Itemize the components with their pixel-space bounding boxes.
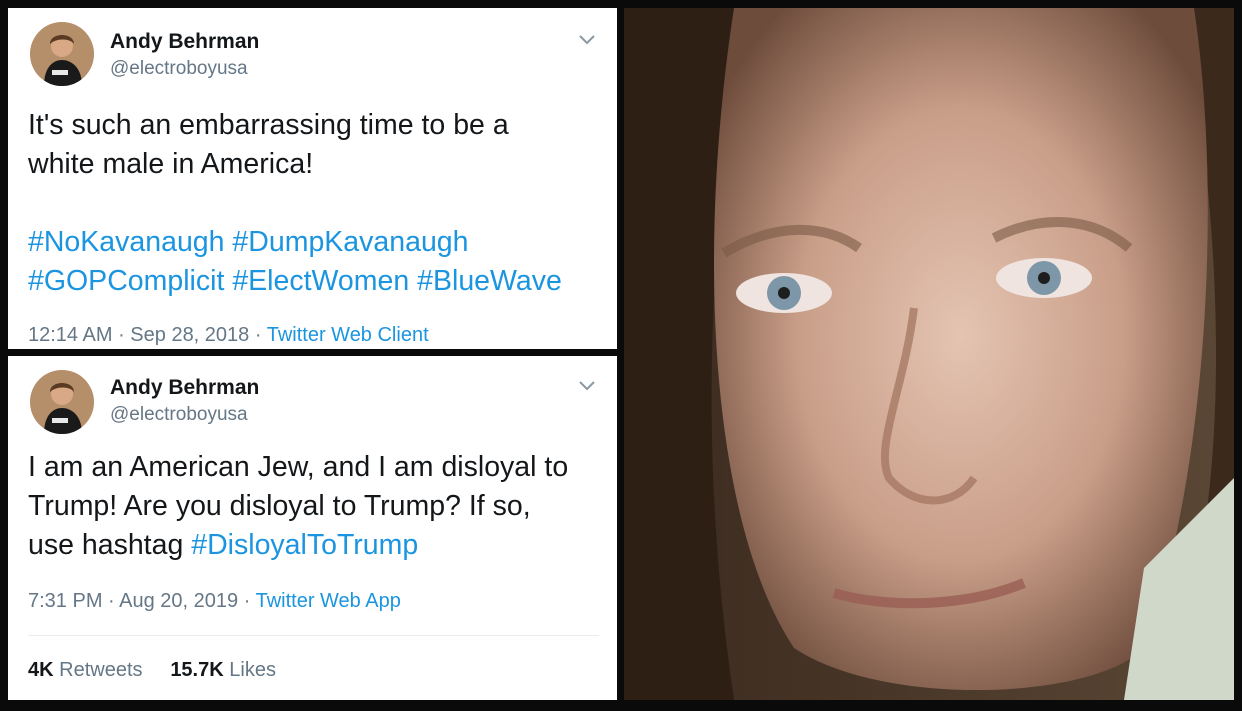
hashtag-line: #NoKavanaugh #DumpKavanaugh bbox=[28, 223, 599, 262]
tweet-date[interactable]: Sep 28, 2018 bbox=[130, 324, 249, 346]
tweet-card-2: Andy Behrman @electroboyusa I am an Amer… bbox=[8, 356, 617, 700]
handle[interactable]: @electroboyusa bbox=[110, 58, 248, 80]
hashtag[interactable]: #GOPComplicit bbox=[28, 265, 224, 297]
portrait-photo bbox=[624, 8, 1234, 700]
likes-label: Likes bbox=[229, 659, 276, 681]
tweet-time[interactable]: 12:14 AM bbox=[28, 324, 113, 346]
tweet-text-line: use hashtag #DisloyalToTrump bbox=[28, 526, 599, 565]
tweet-text-fragment: use hashtag bbox=[28, 529, 192, 561]
tweet-text-line: Trump! Are you disloyal to Trump? If so, bbox=[28, 490, 531, 522]
tweet-card-1: Andy Behrman @electroboyusa It's such an… bbox=[8, 8, 617, 349]
retweets-count: 4K bbox=[28, 659, 54, 681]
tweet-date[interactable]: Aug 20, 2019 bbox=[119, 590, 238, 612]
avatar[interactable] bbox=[30, 370, 94, 434]
tweet-source[interactable]: Twitter Web App bbox=[256, 590, 401, 612]
handle[interactable]: @electroboyusa bbox=[110, 404, 248, 426]
hashtag[interactable]: #BlueWave bbox=[417, 265, 562, 297]
tweet-source[interactable]: Twitter Web Client bbox=[267, 324, 429, 346]
tweet-text-line: white male in America! bbox=[28, 148, 314, 180]
tweet-text: It's such an embarrassing time to be a w… bbox=[28, 106, 599, 301]
tweet-text-line: I am an American Jew, and I am disloyal … bbox=[28, 451, 569, 483]
tweet-text-line: It's such an embarrassing time to be a bbox=[28, 109, 509, 141]
hashtag-line: #GOPComplicit #ElectWomen #BlueWave bbox=[28, 262, 599, 301]
chevron-down-icon[interactable] bbox=[577, 32, 597, 46]
display-name[interactable]: Andy Behrman bbox=[110, 30, 259, 54]
retweets-stat[interactable]: 4K Retweets bbox=[28, 659, 143, 681]
hashtag[interactable]: #DumpKavanaugh bbox=[232, 226, 468, 258]
tweet-text: I am an American Jew, and I am disloyal … bbox=[28, 448, 599, 565]
chevron-down-icon[interactable] bbox=[577, 378, 597, 392]
display-name[interactable]: Andy Behrman bbox=[110, 376, 259, 400]
tweet-time[interactable]: 7:31 PM bbox=[28, 590, 102, 612]
retweets-label: Retweets bbox=[59, 659, 143, 681]
tweet-stats: 4K Retweets 15.7K Likes bbox=[28, 659, 276, 682]
divider bbox=[28, 635, 599, 636]
likes-count: 15.7K bbox=[170, 659, 224, 681]
avatar[interactable] bbox=[30, 22, 94, 86]
hashtag[interactable]: #DisloyalToTrump bbox=[191, 529, 418, 561]
tweet-meta: 12:14 AM · Sep 28, 2018 · Twitter Web Cl… bbox=[28, 324, 429, 346]
hashtag[interactable]: #ElectWomen bbox=[232, 265, 409, 297]
likes-stat[interactable]: 15.7K Likes bbox=[170, 659, 276, 681]
tweet-meta: 7:31 PM · Aug 20, 2019 · Twitter Web App bbox=[28, 590, 401, 612]
hashtag[interactable]: #NoKavanaugh bbox=[28, 226, 225, 258]
